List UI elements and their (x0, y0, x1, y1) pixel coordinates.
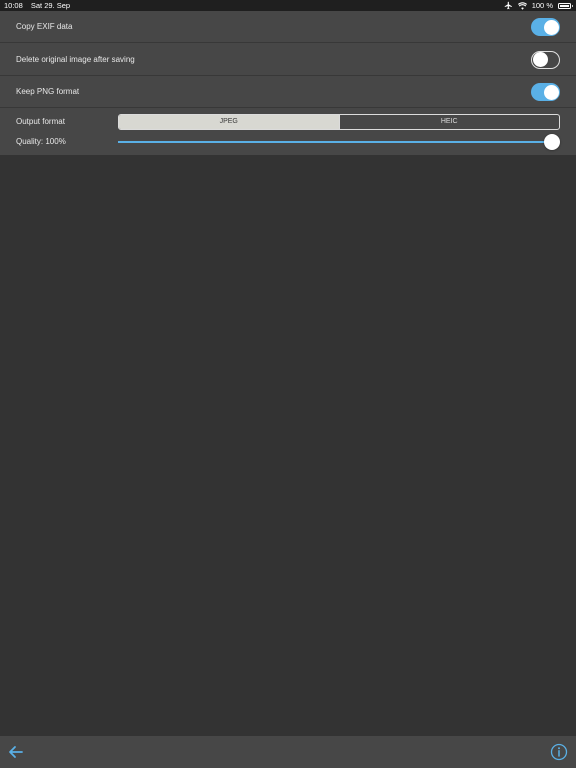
keep-png-label: Keep PNG format (16, 87, 80, 96)
quality-slider-track (118, 141, 552, 143)
status-bar-right: 100 % (504, 0, 573, 11)
delete-original-label: Delete original image after saving (16, 55, 135, 64)
quality-slider-thumb[interactable] (544, 134, 560, 150)
format-option-heic[interactable]: HEIC (338, 115, 560, 129)
toggle-knob (532, 52, 548, 68)
copy-exif-label: Copy EXIF data (16, 22, 73, 31)
format-option-jpeg[interactable]: JPEG (119, 115, 339, 129)
quality-slider[interactable] (118, 134, 560, 150)
toggle-knob (544, 19, 559, 35)
battery-percent: 100 % (531, 1, 553, 10)
delete-original-toggle[interactable] (531, 51, 560, 69)
status-bar: 10:08 Sat 29. Sep 100 % (0, 0, 576, 11)
status-bar-left: 10:08 Sat 29. Sep (4, 0, 76, 11)
delete-original-row: Delete original image after saving (0, 44, 576, 76)
wifi-icon (517, 1, 527, 10)
back-arrow-icon[interactable] (6, 742, 26, 762)
status-date: Sat 29. Sep (30, 1, 71, 10)
airplane-icon (504, 1, 512, 10)
toggle-knob (544, 84, 559, 100)
keep-png-row: Keep PNG format (0, 76, 576, 108)
output-format-segmented-control: JPEG HEIC (118, 114, 560, 130)
info-icon[interactable] (550, 743, 568, 761)
bottom-toolbar (0, 736, 576, 768)
quality-label: Quality: 100% (16, 137, 66, 146)
battery-icon (558, 2, 573, 9)
keep-png-toggle[interactable] (531, 83, 560, 101)
output-format-label: Output format (16, 117, 65, 126)
copy-exif-toggle[interactable] (531, 18, 560, 36)
copy-exif-row: Copy EXIF data (0, 11, 576, 43)
status-time: 10:08 (4, 1, 23, 10)
